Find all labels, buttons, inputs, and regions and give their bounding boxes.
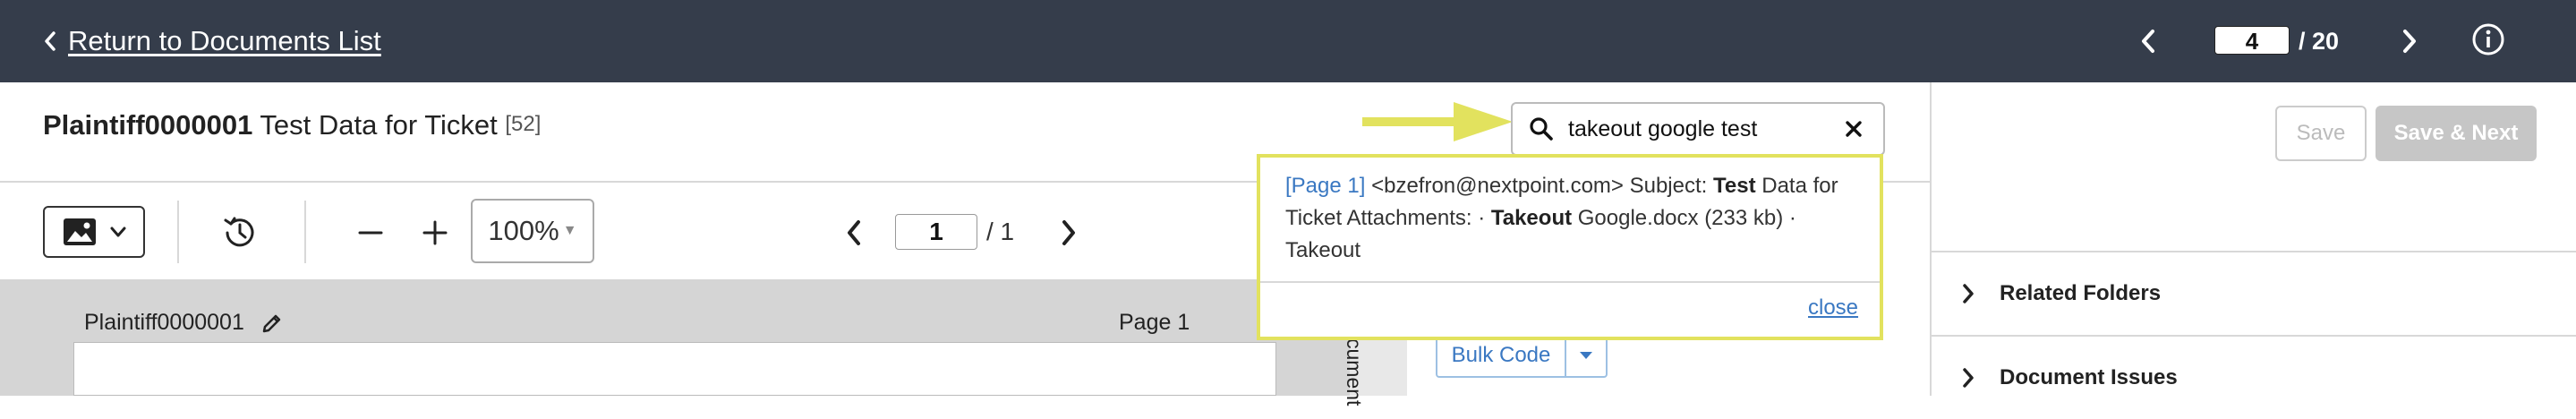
clear-search-button[interactable] [1840, 115, 1867, 142]
pencil-icon[interactable] [260, 312, 284, 335]
section-label: Document Issues [2000, 365, 2178, 389]
chevron-right-icon [2403, 30, 2416, 53]
document-title: Plaintiff0000001 Test Data for Ticket [5… [43, 109, 541, 141]
page-number-input[interactable]: 1 [895, 214, 977, 250]
viewer-doc-name: Plaintiff0000001 [84, 310, 244, 335]
return-to-documents-label: Return to Documents List [68, 25, 381, 56]
top-bar [0, 0, 2576, 82]
caret-down-icon [110, 227, 126, 237]
section-document-issues[interactable]: Document Issues [1932, 337, 2576, 419]
document-page [73, 342, 1276, 396]
bulk-code-label[interactable]: Bulk Code [1437, 335, 1566, 376]
arrow-right-icon [1362, 102, 1513, 141]
history-button[interactable] [218, 213, 261, 252]
document-position-input[interactable]: 4 [2214, 26, 2290, 55]
zoom-value: 100% [488, 215, 559, 246]
search-result-item[interactable]: [Page 1] <bzefron@nextpoint.com> Subject… [1285, 170, 1867, 267]
page-total: / 1 [986, 218, 1015, 245]
info-button[interactable] [2470, 21, 2506, 57]
next-document-button[interactable] [2392, 23, 2427, 59]
section-label: Related Folders [2000, 281, 2162, 305]
previous-page-button[interactable] [838, 213, 870, 252]
image-icon [64, 218, 96, 245]
close-icon [1846, 121, 1862, 137]
minus-icon [358, 231, 383, 235]
result-highlight: Takeout [1490, 206, 1573, 230]
result-page-link[interactable]: [Page 1] [1285, 174, 1365, 198]
previous-document-button[interactable] [2130, 23, 2166, 59]
zoom-select[interactable]: 100% ▼ [471, 199, 594, 263]
toolbar-divider [177, 201, 179, 263]
chevron-right-icon [1963, 284, 1974, 304]
caret-down-icon [1580, 352, 1592, 359]
chevron-right-icon [1963, 368, 1974, 388]
info-icon [2472, 23, 2504, 56]
chevron-left-icon [848, 220, 860, 245]
search-input[interactable]: takeout google test [1568, 116, 1840, 142]
search-field[interactable]: takeout google test [1511, 102, 1885, 156]
save-button[interactable]: Save [2275, 106, 2367, 161]
chevron-left-icon [45, 31, 55, 51]
document-count: [52] [505, 112, 542, 136]
toolbar-divider [304, 201, 306, 263]
chevron-left-icon [2142, 30, 2154, 53]
close-results-link[interactable]: close [1808, 295, 1858, 321]
chevron-right-icon [1062, 220, 1075, 245]
caret-down-icon: ▼ [562, 223, 577, 238]
return-to-documents-link[interactable]: Return to Documents List [43, 20, 381, 63]
search-icon [1530, 117, 1553, 141]
viewer-doc-header: Plaintiff0000001 [84, 310, 284, 336]
document-name: Test Data for Ticket [260, 109, 498, 141]
zoom-in-button[interactable] [415, 213, 455, 252]
bulk-code-dropdown[interactable] [1566, 335, 1606, 376]
view-mode-dropdown[interactable] [43, 206, 145, 258]
history-icon [224, 217, 254, 247]
result-snippet: <bzefron@nextpoint.com> Subject: [1371, 174, 1708, 198]
document-bates: Plaintiff0000001 [43, 109, 253, 141]
result-highlight: Test [1713, 174, 1756, 198]
save-and-next-button[interactable]: Save & Next [2376, 106, 2537, 161]
viewer-page-label: Page 1 [1119, 310, 1190, 335]
next-page-button[interactable] [1053, 213, 1085, 252]
search-results-popup: [Page 1] <bzefron@nextpoint.com> Subject… [1257, 154, 1883, 340]
zoom-out-button[interactable] [351, 213, 390, 252]
document-total: / 20 [2299, 28, 2340, 55]
side-tab-label: cument [1343, 338, 1366, 406]
plus-icon [422, 220, 448, 245]
divider [1260, 281, 1880, 283]
section-related-folders[interactable]: Related Folders [1932, 252, 2576, 335]
